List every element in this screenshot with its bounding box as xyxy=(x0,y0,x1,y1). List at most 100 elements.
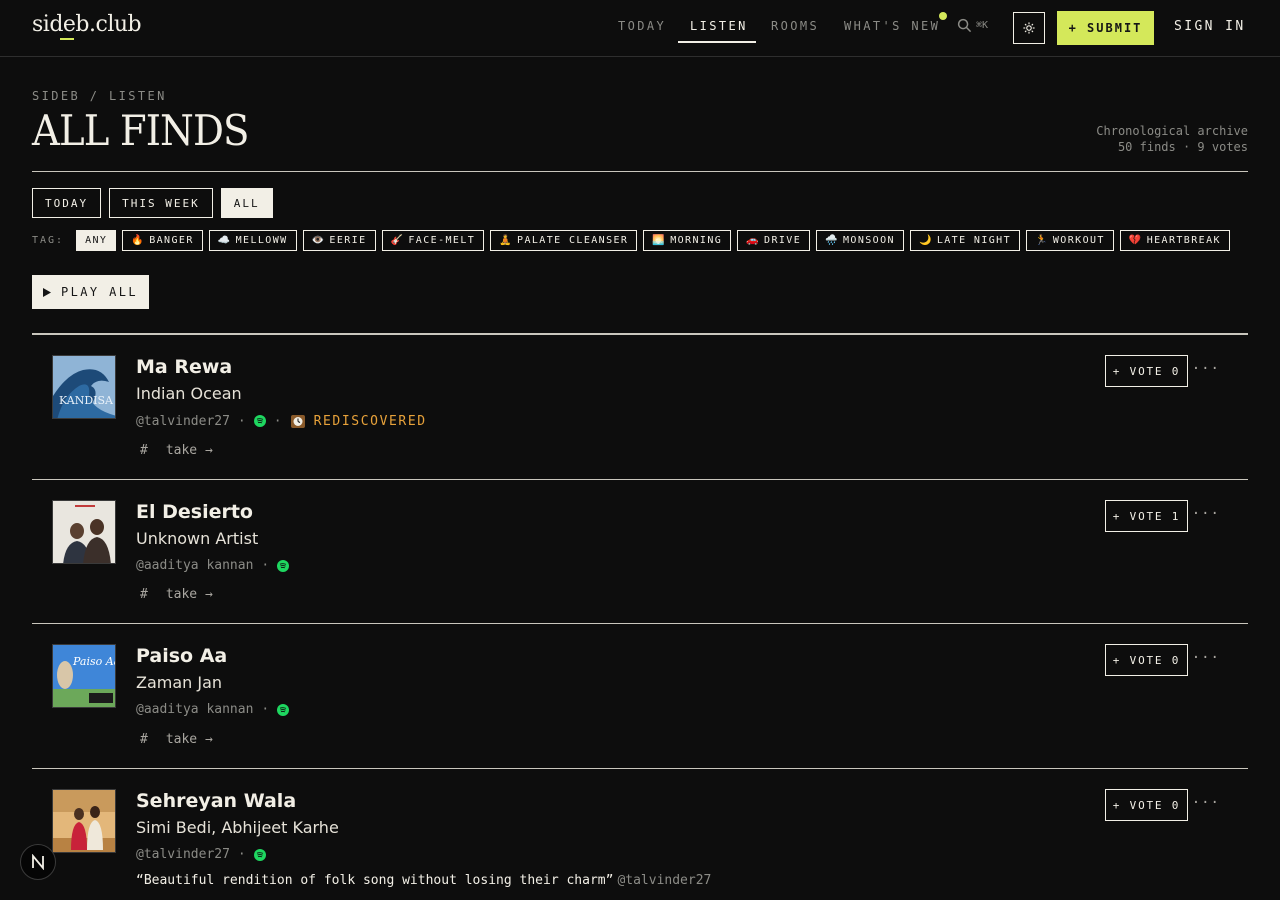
tag-emoji-icon: 💔 xyxy=(1128,235,1143,246)
meta-separator: · xyxy=(261,558,270,573)
play-all-label: PLAY ALL xyxy=(61,285,138,299)
tag-monsoon[interactable]: 🌧️ MONSOON xyxy=(816,230,904,251)
tag-label: FACE-MELT xyxy=(408,235,476,246)
album-art[interactable] xyxy=(52,789,116,853)
meta-separator: · xyxy=(237,413,246,429)
more-options-icon[interactable]: ··· xyxy=(1192,650,1220,666)
tag-label: DRIVE xyxy=(764,235,802,246)
play-icon xyxy=(43,287,51,297)
album-art-text: KANDISA xyxy=(59,394,114,407)
take-link[interactable]: # take → xyxy=(140,587,213,602)
tag-drive[interactable]: 🚗 DRIVE xyxy=(737,230,811,251)
more-options-icon[interactable]: ··· xyxy=(1192,361,1220,377)
take-link[interactable]: # take → xyxy=(140,732,213,747)
more-options-icon[interactable]: ··· xyxy=(1192,795,1220,811)
hash-icon: # xyxy=(140,732,148,747)
tag-emoji-icon: 🌅 xyxy=(652,235,667,246)
tag-palate-cleanser[interactable]: 🧘 PALATE CLEANSER xyxy=(490,230,638,251)
nav-active-indicator xyxy=(678,41,756,43)
meta-separator: · xyxy=(261,702,270,717)
tag-banger[interactable]: 🔥 BANGER xyxy=(122,230,203,251)
nav-today[interactable]: TODAY xyxy=(618,19,666,33)
tag-label: LATE NIGHT xyxy=(936,235,1012,246)
list-top-divider xyxy=(32,333,1248,335)
submitter-handle[interactable]: @aaditya kannan xyxy=(136,558,253,573)
track-artist: Indian Ocean xyxy=(136,384,242,403)
track-meta: @talvinder27 · xyxy=(136,847,266,862)
more-options-icon[interactable]: ··· xyxy=(1192,506,1220,522)
tag-label: WORKOUT xyxy=(1052,235,1105,246)
track-title[interactable]: Sehreyan Wala xyxy=(136,790,296,812)
n-logo-icon xyxy=(32,854,44,870)
tag-filter-group: TAG: ANY 🔥 BANGER ☁️ MELLOWW 👁️ EERIE 🎸 FACE-MEL… xyxy=(32,230,1230,251)
submitter-handle[interactable]: @talvinder27 xyxy=(136,414,230,429)
theme-toggle-button[interactable] xyxy=(1013,12,1045,44)
tag-label: MONSOON xyxy=(843,235,895,246)
submitter-handle[interactable]: @aaditya kannan xyxy=(136,702,253,717)
tag-emoji-icon: 🔥 xyxy=(131,235,146,246)
tag-label: HEARTBREAK xyxy=(1146,235,1221,246)
tag-melloww[interactable]: ☁️ MELLOWW xyxy=(208,230,297,251)
album-art[interactable] xyxy=(52,500,116,564)
spotify-icon[interactable] xyxy=(277,559,290,572)
search-icon xyxy=(957,18,972,33)
take-link[interactable]: # take → xyxy=(140,443,213,458)
sign-in-link[interactable]: SIGN IN xyxy=(1174,19,1246,34)
tag-emoji-icon: 🧘 xyxy=(499,235,514,246)
logo-accent xyxy=(60,38,74,40)
track-artist: Zaman Jan xyxy=(136,673,223,692)
top-bar: sideb.club TODAY LISTEN ROOMS WHAT'S NEW… xyxy=(0,0,1280,57)
vote-button[interactable]: + VOTE 1 xyxy=(1105,500,1188,532)
nextjs-dev-badge[interactable] xyxy=(20,844,56,880)
tag-label: BANGER xyxy=(149,235,194,246)
search-button[interactable]: ⌘K xyxy=(957,18,988,33)
filter-this-week[interactable]: THIS WEEK xyxy=(109,188,213,218)
play-all-button[interactable]: PLAY ALL xyxy=(32,275,149,309)
filter-today[interactable]: TODAY xyxy=(32,188,102,218)
album-art[interactable]: Paiso Aa xyxy=(52,644,116,708)
tag-any[interactable]: ANY xyxy=(76,230,117,251)
quote-author[interactable]: @talvinder27 xyxy=(617,873,711,888)
spotify-icon[interactable] xyxy=(253,415,266,427)
track-take-quote: “Beautiful rendition of folk song withou… xyxy=(136,873,711,888)
vote-button[interactable]: + VOTE 0 xyxy=(1105,789,1188,821)
take-label: take → xyxy=(165,732,213,747)
tag-emoji-icon: 🌙 xyxy=(918,235,933,246)
take-label: take → xyxy=(165,587,213,602)
tag-label: MORNING xyxy=(670,235,723,246)
rediscovered-badge: REDISCOVERED xyxy=(290,413,427,429)
spotify-icon[interactable] xyxy=(253,848,266,861)
track-meta: @aaditya kannan · xyxy=(136,702,290,717)
nav-whats-new[interactable]: WHAT'S NEW xyxy=(844,19,940,33)
tag-heartbreak[interactable]: 💔 HEARTBREAK xyxy=(1119,230,1230,251)
heading-divider xyxy=(32,171,1248,172)
take-label: take → xyxy=(165,443,213,458)
track-artist: Unknown Artist xyxy=(136,529,259,548)
track-title[interactable]: Ma Rewa xyxy=(136,356,232,378)
track-meta: @aaditya kannan · xyxy=(136,558,290,573)
track-title[interactable]: Paiso Aa xyxy=(136,645,227,667)
nav-rooms[interactable]: ROOMS xyxy=(771,19,819,33)
tag-eerie[interactable]: 👁️ EERIE xyxy=(302,230,376,251)
tag-label: EERIE xyxy=(329,235,367,246)
tag-late-night[interactable]: 🌙 LATE NIGHT xyxy=(909,230,1021,251)
vote-button[interactable]: + VOTE 0 xyxy=(1105,355,1188,387)
album-art[interactable]: KANDISA xyxy=(52,355,116,419)
submit-button[interactable]: + SUBMIT xyxy=(1057,11,1154,45)
submitter-handle[interactable]: @talvinder27 xyxy=(136,847,230,862)
tag-label: PALATE CLEANSER xyxy=(517,235,629,246)
tag-emoji-icon: 🏃 xyxy=(1035,235,1049,246)
hash-icon: # xyxy=(140,443,148,458)
row-divider xyxy=(32,623,1248,624)
vote-button[interactable]: + VOTE 0 xyxy=(1105,644,1188,676)
tag-morning[interactable]: 🌅 MORNING xyxy=(643,230,732,251)
spotify-icon[interactable] xyxy=(277,703,290,716)
tag-face-melt[interactable]: 🎸 FACE-MELT xyxy=(381,230,485,251)
filter-all[interactable]: ALL xyxy=(220,188,273,218)
track-title[interactable]: El Desierto xyxy=(136,501,253,523)
archive-label: Chronological archive xyxy=(1096,124,1248,138)
hash-icon: # xyxy=(140,587,148,602)
site-logo[interactable]: sideb.club xyxy=(32,12,142,37)
nav-listen[interactable]: LISTEN xyxy=(690,19,748,33)
tag-workout[interactable]: 🏃 WORKOUT xyxy=(1026,230,1114,251)
